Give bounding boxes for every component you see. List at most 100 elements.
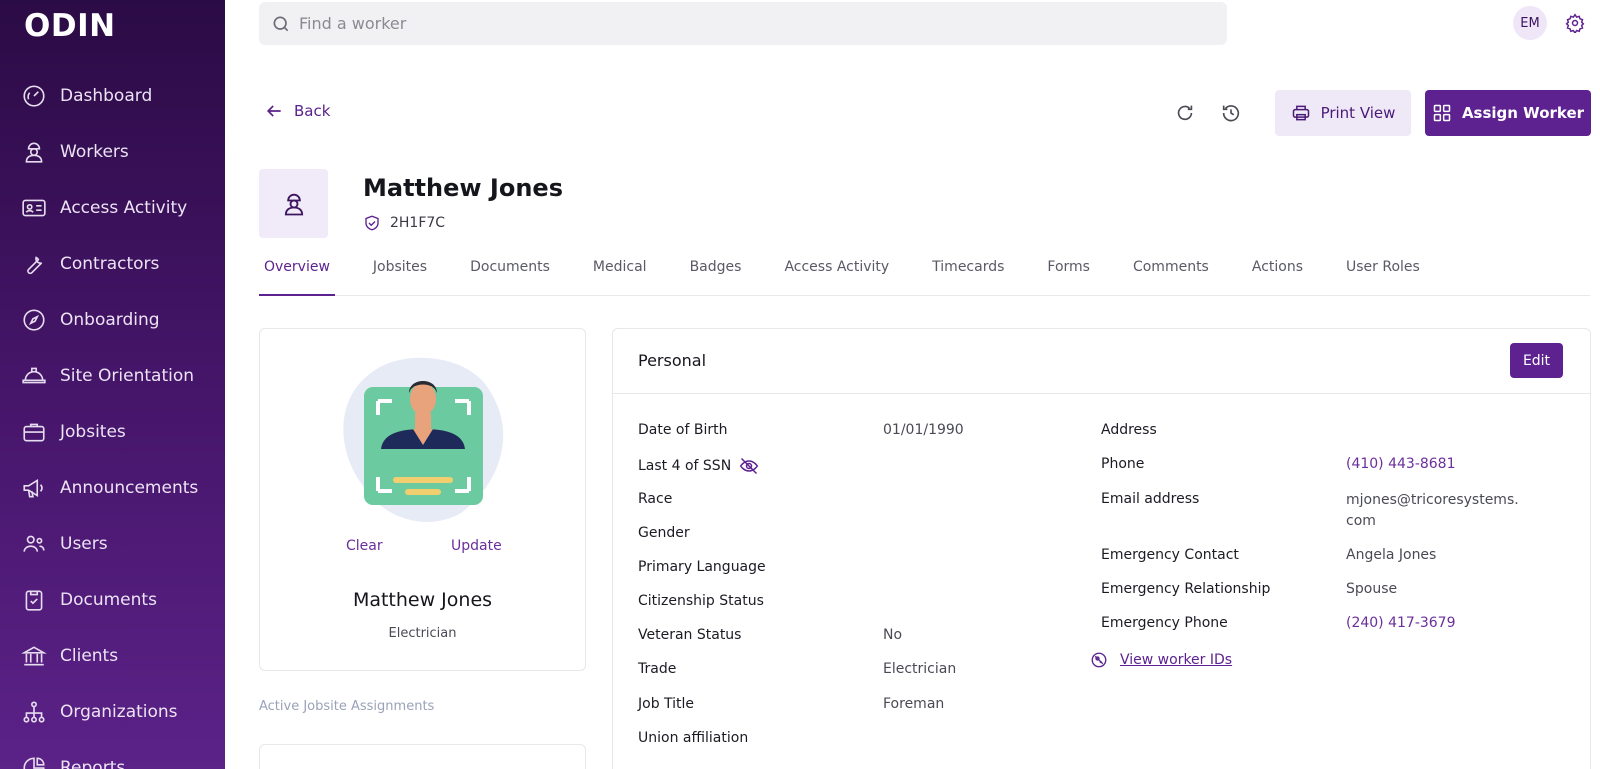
- assign-worker-button[interactable]: Assign Worker: [1425, 90, 1591, 136]
- eye-off-icon[interactable]: [739, 456, 759, 476]
- sidebar-item-announcements[interactable]: Announcements: [0, 460, 225, 516]
- tab-documents[interactable]: Documents: [465, 255, 555, 296]
- tab-user-roles[interactable]: User Roles: [1341, 255, 1425, 296]
- worker-badge-id: 2H1F7C: [363, 214, 445, 232]
- clear-photo-link[interactable]: Clear: [346, 538, 383, 554]
- tab-timecards[interactable]: Timecards: [927, 255, 1009, 296]
- sidebar-item-site-orientation[interactable]: Site Orientation: [0, 348, 225, 404]
- id-icon: [1091, 652, 1107, 668]
- field-label-primary-language: Primary Language: [638, 559, 766, 575]
- chart-icon: [23, 757, 45, 769]
- sidebar-item-reports[interactable]: Reports: [0, 740, 225, 769]
- tab-bar: Overview Jobsites Documents Medical Badg…: [259, 255, 1590, 296]
- arrow-left-icon: [266, 105, 281, 117]
- ssn-label-text: Last 4 of SSN: [638, 458, 732, 474]
- sidebar-item-users[interactable]: Users: [0, 516, 225, 572]
- sidebar-item-label: Access Activity: [60, 198, 188, 218]
- sidebar-item-label: Announcements: [60, 478, 199, 498]
- search-icon: [273, 16, 289, 31]
- hard-hat-icon: [22, 367, 46, 384]
- back-button[interactable]: Back: [264, 101, 330, 121]
- sidebar-item-dashboard[interactable]: Dashboard: [0, 68, 225, 124]
- field-label-citizenship: Citizenship Status: [638, 593, 764, 609]
- field-value-job-title: Foreman: [883, 696, 945, 712]
- tab-jobsites[interactable]: Jobsites: [368, 255, 432, 296]
- print-view-button[interactable]: Print View: [1275, 90, 1411, 136]
- briefcase-icon: [23, 423, 45, 442]
- sidebar-item-workers[interactable]: Workers: [0, 124, 225, 180]
- assign-worker-label: Assign Worker: [1461, 104, 1585, 122]
- field-label-emergency-phone: Emergency Phone: [1101, 615, 1228, 631]
- tab-badges[interactable]: Badges: [685, 255, 747, 296]
- sidebar-item-label: Site Orientation: [60, 366, 195, 386]
- profile-card: Clear Update Matthew Jones Electrician: [259, 328, 586, 671]
- field-label-phone: Phone: [1101, 456, 1145, 472]
- sidebar-item-contractors[interactable]: Contractors: [0, 236, 225, 292]
- sidebar-item-organizations[interactable]: Organizations: [0, 684, 225, 740]
- assignments-card: [259, 744, 586, 769]
- sidebar-item-clients[interactable]: Clients: [0, 628, 225, 684]
- search-input[interactable]: [299, 14, 1179, 33]
- sidebar-item-onboarding[interactable]: Onboarding: [0, 292, 225, 348]
- sidebar-item-access-activity[interactable]: Access Activity: [0, 180, 225, 236]
- sidebar-item-jobsites[interactable]: Jobsites: [0, 404, 225, 460]
- field-label-emergency-relationship: Emergency Relationship: [1101, 581, 1271, 597]
- field-label-race: Race: [638, 491, 673, 507]
- field-value-veteran: No: [883, 627, 903, 643]
- personal-title: Personal: [638, 351, 707, 370]
- search-bar[interactable]: [259, 2, 1227, 45]
- sidebar-item-label: Documents: [60, 590, 157, 610]
- gear-icon[interactable]: [1565, 13, 1585, 33]
- field-label-job-title: Job Title: [638, 696, 695, 712]
- history-icon[interactable]: [1220, 102, 1242, 124]
- users-icon: [23, 535, 45, 552]
- field-value-emergency-contact: Angela Jones: [1346, 547, 1437, 563]
- sidebar-item-label: Workers: [60, 142, 129, 162]
- tab-access-activity[interactable]: Access Activity: [779, 255, 894, 296]
- field-label-gender: Gender: [638, 525, 690, 541]
- field-value-trade: Electrician: [883, 661, 957, 677]
- compass-icon: [23, 309, 45, 331]
- update-photo-link[interactable]: Update: [451, 538, 502, 554]
- field-value-email: mjones@tricoresystems.com: [1346, 492, 1519, 529]
- active-jobsite-assignments-heading: Active Jobsite Assignments: [259, 699, 435, 714]
- tab-medical[interactable]: Medical: [588, 255, 652, 296]
- worker-icon: [25, 142, 43, 163]
- sidebar-item-label: Onboarding: [60, 310, 160, 330]
- user-avatar[interactable]: EM: [1513, 6, 1547, 40]
- edit-button[interactable]: Edit: [1510, 343, 1563, 378]
- field-label-trade: Trade: [638, 661, 677, 677]
- field-label-union: Union affiliation: [638, 730, 749, 746]
- id-card-icon: [22, 199, 46, 217]
- sidebar-item-label: Dashboard: [60, 86, 153, 106]
- field-label-address: Address: [1101, 422, 1157, 438]
- app-logo[interactable]: ODIN: [24, 8, 116, 44]
- page-title: Matthew Jones: [363, 174, 563, 202]
- tab-actions[interactable]: Actions: [1247, 255, 1308, 296]
- tab-overview[interactable]: Overview: [259, 255, 335, 296]
- tab-comments[interactable]: Comments: [1128, 255, 1214, 296]
- profile-name: Matthew Jones: [352, 589, 493, 611]
- worker-icon: [284, 193, 303, 215]
- org-chart-icon: [23, 701, 45, 723]
- dashboard-gauge-icon: [23, 85, 45, 107]
- field-label-email: Email address: [1101, 491, 1200, 507]
- worker-avatar: [259, 169, 328, 238]
- sidebar-item-documents[interactable]: Documents: [0, 572, 225, 628]
- field-label-ssn: Last 4 of SSN: [638, 456, 759, 476]
- sidebar-item-label: Jobsites: [60, 422, 126, 442]
- view-worker-ids-link[interactable]: View worker IDs: [1090, 651, 1232, 669]
- megaphone-icon: [23, 478, 43, 498]
- sidebar-item-label: Users: [60, 534, 108, 554]
- tab-forms[interactable]: Forms: [1042, 255, 1095, 296]
- field-value-phone[interactable]: (410) 443-8681: [1346, 456, 1456, 472]
- shield-check-icon: [365, 215, 379, 231]
- profile-trade: Electrician: [388, 626, 457, 641]
- refresh-icon[interactable]: [1174, 102, 1196, 124]
- field-value-emergency-phone[interactable]: (240) 417-3679: [1346, 615, 1456, 631]
- field-label-veteran: Veteran Status: [638, 627, 742, 643]
- field-label-emergency-contact: Emergency Contact: [1101, 547, 1239, 563]
- wrench-icon: [27, 256, 43, 275]
- sidebar: ODIN Dashboard Workers Access Activity C…: [0, 0, 225, 769]
- clipboard-icon: [25, 590, 43, 611]
